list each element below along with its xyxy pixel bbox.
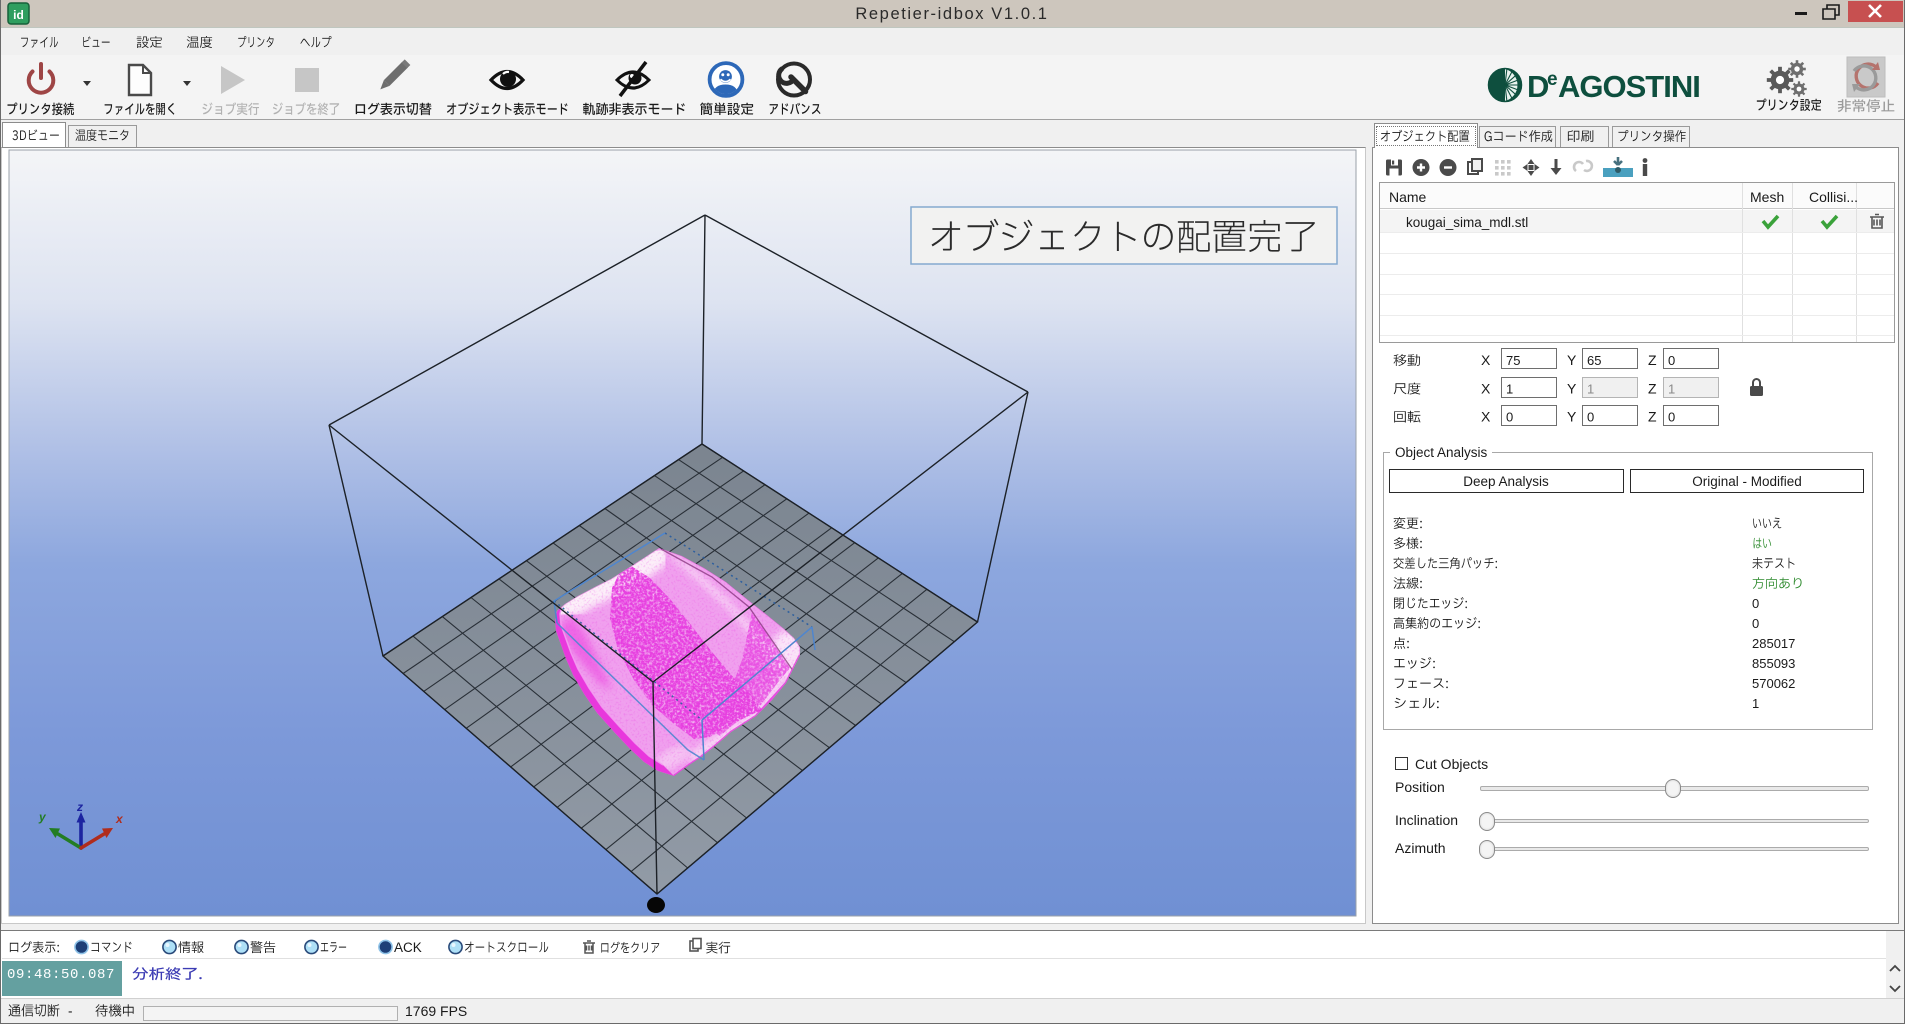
- svg-text:AGOSTINI: AGOSTINI: [1558, 69, 1700, 104]
- svg-text:Mesh: Mesh: [1750, 189, 1784, 205]
- svg-text:ACK: ACK: [394, 940, 422, 955]
- svg-text:1769 FPS: 1769 FPS: [405, 1003, 467, 1019]
- svg-text:X: X: [1481, 409, 1491, 425]
- svg-text:Z: Z: [1648, 409, 1657, 425]
- svg-text:kougai_sima_mdl.stl: kougai_sima_mdl.stl: [1406, 215, 1528, 230]
- svg-text:1: 1: [1506, 382, 1513, 397]
- svg-text:X: X: [1481, 381, 1491, 397]
- svg-text:570062: 570062: [1752, 676, 1795, 691]
- svg-text:Z: Z: [1648, 381, 1657, 397]
- svg-text:x: x: [115, 812, 124, 826]
- svg-text:Y: Y: [1567, 409, 1577, 425]
- svg-text:Collisi...: Collisi...: [1809, 189, 1858, 205]
- svg-text:Y: Y: [1567, 381, 1577, 397]
- svg-text:Name: Name: [1389, 189, 1427, 205]
- svg-text:Inclination: Inclination: [1395, 812, 1458, 828]
- svg-text:id: id: [13, 8, 24, 22]
- svg-text:Deep Analysis: Deep Analysis: [1463, 474, 1549, 489]
- svg-text:1: 1: [1587, 382, 1594, 397]
- svg-text:Repetier-idbox V1.0.1: Repetier-idbox V1.0.1: [855, 5, 1048, 23]
- svg-text:Y: Y: [1567, 352, 1577, 368]
- svg-text:0: 0: [1587, 410, 1594, 425]
- svg-text:0: 0: [1752, 616, 1759, 631]
- svg-text:0: 0: [1668, 410, 1675, 425]
- svg-text:855093: 855093: [1752, 656, 1795, 671]
- svg-text:X: X: [1481, 352, 1491, 368]
- svg-text:z: z: [76, 800, 83, 814]
- svg-text:Position: Position: [1395, 779, 1445, 795]
- svg-text:e: e: [1547, 69, 1558, 90]
- svg-text:1: 1: [1752, 696, 1759, 711]
- svg-text:285017: 285017: [1752, 636, 1795, 651]
- svg-text:Object Analysis: Object Analysis: [1395, 445, 1488, 460]
- svg-text:-: -: [68, 1004, 73, 1019]
- svg-text:Z: Z: [1648, 352, 1657, 368]
- svg-text:Original - Modified: Original - Modified: [1692, 474, 1802, 489]
- svg-text:75: 75: [1506, 353, 1520, 368]
- svg-text:0: 0: [1752, 596, 1759, 611]
- svg-text:65: 65: [1587, 353, 1601, 368]
- svg-text:Azimuth: Azimuth: [1395, 840, 1446, 856]
- svg-text:Cut Objects: Cut Objects: [1415, 756, 1488, 772]
- svg-text:1: 1: [1668, 382, 1675, 397]
- svg-text:09:48:50.087: 09:48:50.087: [7, 967, 115, 983]
- svg-text:0: 0: [1506, 410, 1513, 425]
- svg-text:0: 0: [1668, 353, 1675, 368]
- svg-text:y: y: [38, 810, 47, 824]
